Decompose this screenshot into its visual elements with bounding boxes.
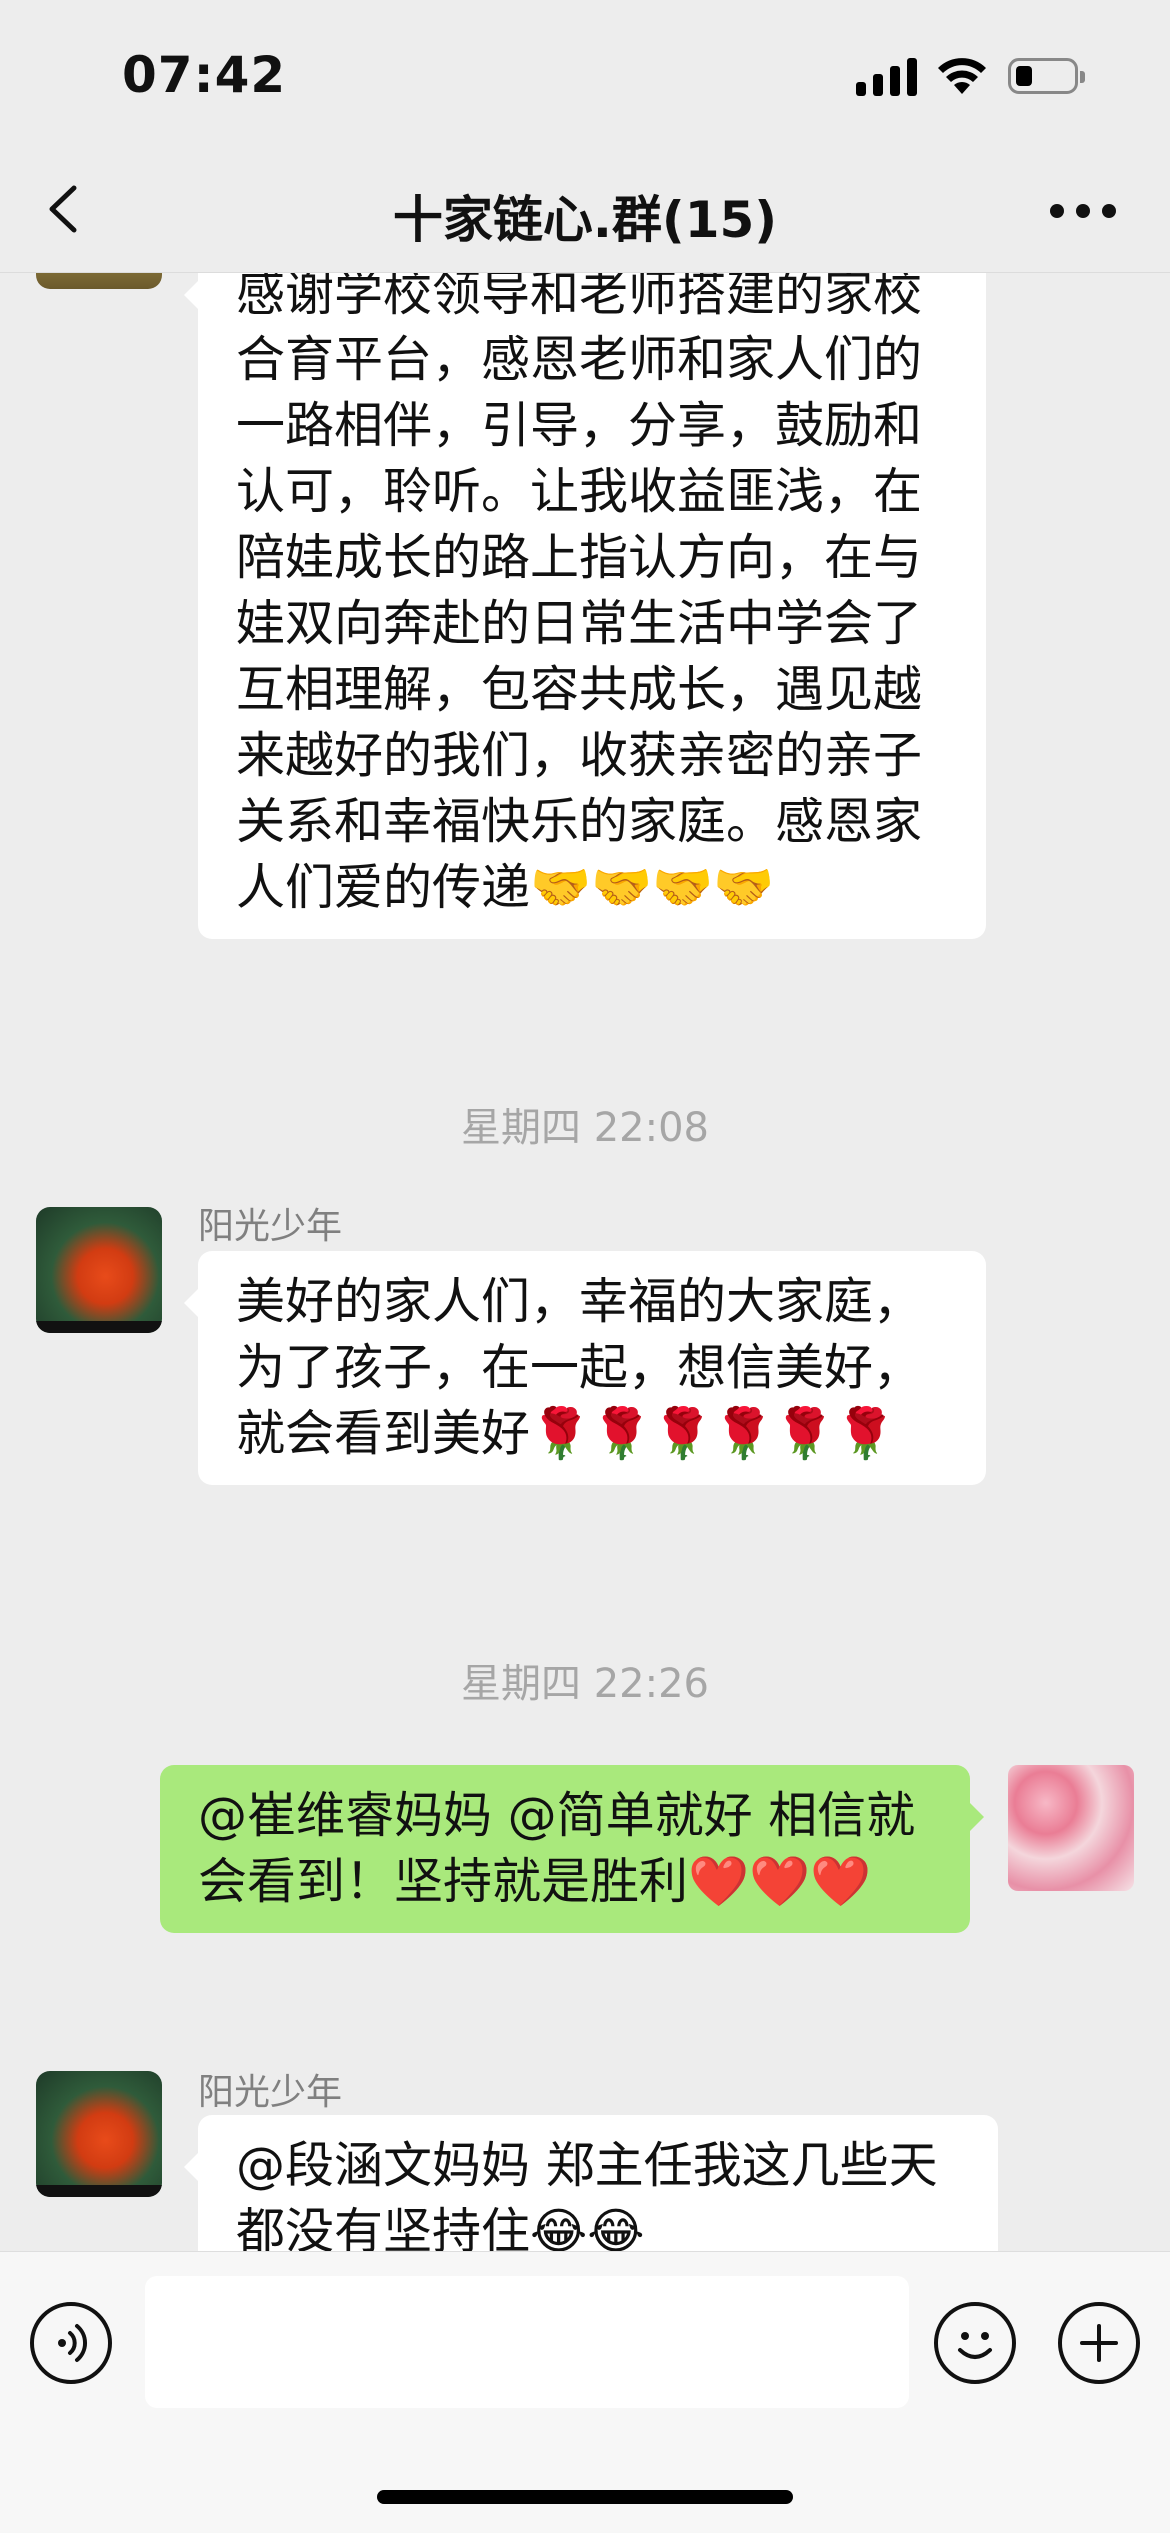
avatar[interactable] (36, 273, 162, 289)
emoji-icon[interactable] (934, 2302, 1016, 2384)
avatar[interactable] (36, 1207, 162, 1333)
message-text: @段涵文妈妈 郑主任我这几些天都没有坚持住😂😂 (236, 2137, 938, 2251)
voice-icon[interactable] (30, 2302, 112, 2384)
status-bar: 07:42 (0, 0, 1170, 150)
chat-list[interactable]: 感谢学校领导和老师搭建的家校合育平台，感恩老师和家人们的一路相伴，引导，分享，鼓… (0, 273, 1170, 2251)
plus-icon[interactable] (1058, 2302, 1140, 2384)
message-input[interactable] (145, 2276, 909, 2408)
more-horizontal-icon[interactable] (1050, 196, 1120, 226)
chat-header: 十家链心.群(15) (0, 150, 1170, 273)
message-text: 感谢学校领导和老师搭建的家校合育平台，感恩老师和家人们的一路相伴，引导，分享，鼓… (236, 273, 923, 916)
timestamp: 星期四 22:26 (461, 1661, 709, 1707)
message-bubble-incoming[interactable]: 美好的家人们，幸福的大家庭，为了孩子，在一起，想信美好，就会看到美好🌹🌹🌹🌹🌹🌹 (184, 1251, 986, 1485)
timestamp: 星期四 22:08 (461, 1105, 709, 1151)
wifi-icon (936, 52, 988, 96)
chat-title: 十家链心.群(15) (392, 191, 778, 249)
message-bubble-incoming[interactable]: @段涵文妈妈 郑主任我这几些天都没有坚持住😂😂 (184, 2115, 998, 2251)
home-indicator[interactable] (377, 2490, 793, 2504)
avatar[interactable] (1008, 1765, 1134, 1891)
sender-name: 阳光少年 (198, 2072, 343, 2113)
battery-icon (1008, 58, 1085, 94)
message-text: 美好的家人们，幸福的大家庭，为了孩子，在一起，想信美好，就会看到美好🌹🌹🌹🌹🌹🌹 (236, 1273, 923, 1462)
message-text: @崔维睿妈妈 @简单就好 相信就会看到！坚持就是胜利❤️❤️❤️ (198, 1787, 916, 1910)
sender-name: 阳光少年 (198, 1206, 343, 1247)
status-time: 07:42 (122, 46, 287, 104)
message-bubble-incoming[interactable]: 感谢学校领导和老师搭建的家校合育平台，感恩老师和家人们的一路相伴，引导，分享，鼓… (184, 273, 986, 939)
avatar[interactable] (36, 2071, 162, 2197)
message-bubble-outgoing[interactable]: @崔维睿妈妈 @简单就好 相信就会看到！坚持就是胜利❤️❤️❤️ (160, 1765, 984, 1933)
signal-icon (856, 58, 917, 96)
